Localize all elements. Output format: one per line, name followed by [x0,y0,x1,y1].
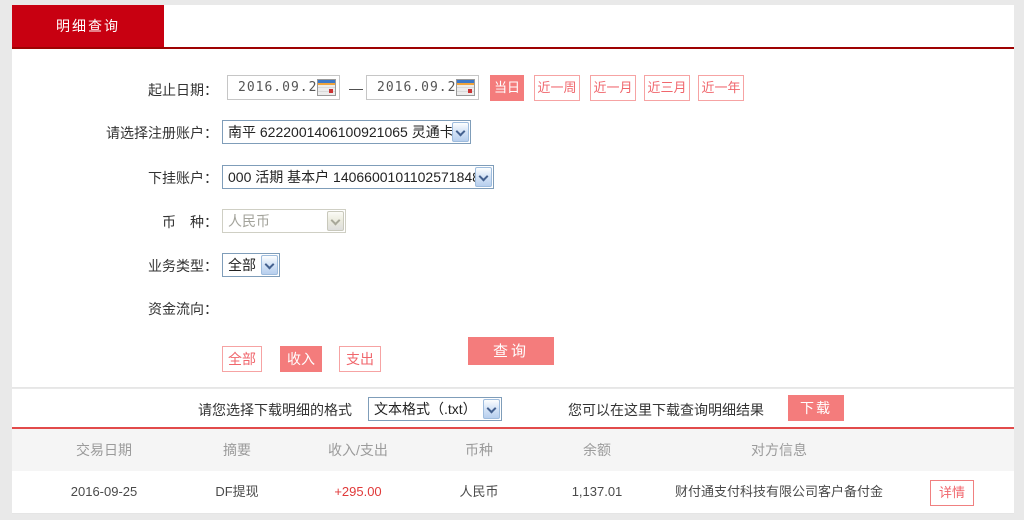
range-month-button[interactable]: 近一月 [590,75,636,101]
chevron-down-icon [452,122,469,142]
start-date-input[interactable]: 2016.09.25 [227,75,340,100]
date-range-separator: — [349,80,363,96]
calendar-icon[interactable] [317,79,336,96]
chevron-down-icon [483,399,500,419]
flow-expense-button[interactable]: 支出 [339,346,381,372]
download-button[interactable]: 下载 [788,395,844,421]
detail-button[interactable]: 详情 [930,480,974,506]
chevron-down-icon [327,211,344,231]
header-currency: 币种 [418,429,540,471]
sub-account-label: 下挂账户： [12,168,218,188]
business-type-label: 业务类型： [12,256,218,276]
fund-flow-label: 资金流向： [12,299,218,319]
header-counterparty: 对方信息 [654,429,904,471]
range-3month-button[interactable]: 近三月 [644,75,690,101]
download-panel: 请您选择下载明细的格式 文本格式（.txt） 您可以在这里下载查询明细结果 下载 [12,389,1014,427]
query-button[interactable]: 查询 [468,337,554,365]
table-header: 交易日期 摘要 收入/支出 币种 余额 对方信息 [12,429,1014,471]
calendar-icon[interactable] [456,79,475,96]
header-balance: 余额 [540,429,654,471]
currency-value: 人民币 [228,210,270,232]
cell-balance: 1,137.01 [540,471,654,513]
range-week-button[interactable]: 近一周 [534,75,580,101]
download-format-label: 请您选择下载明细的格式 [198,400,352,420]
header-summary: 摘要 [176,429,298,471]
tab-detail-query[interactable]: 明细查询 [12,5,164,47]
cell-amount: +295.00 [298,471,418,513]
business-type-select[interactable]: 全部 [222,253,280,277]
flow-all-button[interactable]: 全部 [222,346,262,372]
end-date-input[interactable]: 2016.09.25 [366,75,479,100]
sub-account-select[interactable]: 000 活期 基本户 1406600101102571848 [222,165,494,189]
query-form-panel: 起止日期： 2016.09.25 — 2016.09.25 当日 近一周 近一月… [12,49,1014,388]
business-type-value: 全部 [228,254,256,276]
register-account-select[interactable]: 南平 6222001406100921065 灵通卡 [222,120,471,144]
range-today-button[interactable]: 当日 [490,75,524,101]
sub-account-value: 000 活期 基本户 1406600101102571848 [228,166,480,188]
cell-currency: 人民币 [418,471,540,513]
download-hint: 您可以在这里下载查询明细结果 [568,400,764,420]
end-date-value: 2016.09.25 [377,76,465,99]
start-date-value: 2016.09.25 [238,76,326,99]
date-range-label: 起止日期： [12,80,218,100]
header-trade-date: 交易日期 [32,429,176,471]
cell-summary: DF提现 [176,471,298,513]
flow-income-button[interactable]: 收入 [280,346,322,372]
currency-label: 币 种： [12,212,218,232]
table-row: 2016-09-25 DF提现 +295.00 人民币 1,137.01 财付通… [12,471,1014,514]
register-account-value: 南平 6222001406100921065 灵通卡 [228,121,454,143]
download-format-select[interactable]: 文本格式（.txt） [368,397,502,421]
range-year-button[interactable]: 近一年 [698,75,744,101]
chevron-down-icon [261,255,278,275]
cell-counterparty: 财付通支付科技有限公司客户备付金 [654,471,904,513]
detail-query-page: 明细查询 起止日期： 2016.09.25 — 2016.09.25 当日 近一… [0,0,1024,520]
register-account-label: 请选择注册账户： [12,123,218,143]
chevron-down-icon [475,167,492,187]
header-income-expense: 收入/支出 [298,429,418,471]
tab-bar: 明细查询 [12,5,1014,47]
download-format-value: 文本格式（.txt） [374,398,477,420]
currency-select: 人民币 [222,209,346,233]
cell-trade-date: 2016-09-25 [32,471,176,513]
